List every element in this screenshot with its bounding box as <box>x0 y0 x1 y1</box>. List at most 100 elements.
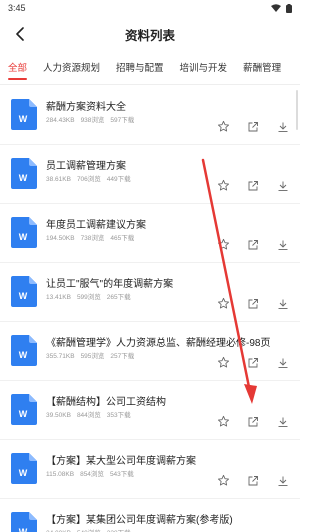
share-button[interactable] <box>245 180 261 196</box>
word-file-icon: W <box>11 394 37 425</box>
item-meta: 39.50KB 844浏览 353下载 <box>46 409 137 419</box>
download-icon <box>277 120 289 138</box>
list-item[interactable]: W 让员工"服气"的年度调薪方案 13.41KB 599浏览 265下载 <box>0 263 300 322</box>
item-title[interactable]: 员工调薪管理方案 <box>46 157 126 172</box>
star-icon <box>217 415 230 433</box>
item-size: 355.71KB <box>46 353 75 360</box>
tab-divider <box>0 84 300 85</box>
item-title[interactable]: 《薪酬管理学》人力资源总监、薪酬经理必修-98页 <box>46 334 270 349</box>
item-title[interactable]: 薪酬方案资料大全 <box>46 98 126 113</box>
share-button[interactable] <box>245 416 261 432</box>
scrollbar[interactable] <box>296 90 298 130</box>
item-size: 13.41KB <box>46 294 71 301</box>
download-button[interactable] <box>275 121 291 137</box>
item-actions <box>215 474 291 492</box>
status-bar: 3:45 <box>0 0 300 16</box>
star-icon <box>217 179 230 197</box>
item-actions <box>215 356 291 374</box>
download-button[interactable] <box>275 298 291 314</box>
file-icon-letter: W <box>19 527 28 532</box>
star-icon <box>217 474 230 492</box>
tab-training[interactable]: 培训与开发 <box>172 58 236 80</box>
list-item[interactable]: W 《薪酬管理学》人力资源总监、薪酬经理必修-98页 355.71KB 595浏览… <box>0 322 300 381</box>
file-icon-letter: W <box>19 232 28 242</box>
file-icon-letter: W <box>19 173 28 183</box>
item-size: 38.61KB <box>46 176 71 183</box>
item-meta: 13.41KB 599浏览 265下载 <box>46 291 137 301</box>
download-button[interactable] <box>275 239 291 255</box>
item-title[interactable]: 让员工"服气"的年度调薪方案 <box>46 275 173 290</box>
favorite-button[interactable] <box>215 415 231 433</box>
list-item[interactable]: W 员工调薪管理方案 38.61KB 706浏览 449下载 <box>0 145 300 204</box>
share-button[interactable] <box>245 475 261 491</box>
share-button[interactable] <box>245 357 261 373</box>
back-button[interactable] <box>10 24 30 44</box>
list-item[interactable]: W 年度员工调薪建议方案 194.50KB 738浏览 465下载 <box>0 204 300 263</box>
item-title[interactable]: 年度员工调薪建议方案 <box>46 216 146 231</box>
item-downloads: 265下载 <box>106 294 131 301</box>
tab-hr-planning[interactable]: 人力资源规划 <box>35 58 108 80</box>
download-icon <box>277 238 289 256</box>
tab-recruitment[interactable]: 招聘与配置 <box>108 58 172 80</box>
list-item[interactable]: W 【方案】某大型公司年度调薪方案 115.08KB 854浏览 543下载 <box>0 440 300 499</box>
share-button[interactable] <box>245 121 261 137</box>
item-views: 854浏览 <box>80 471 104 478</box>
list-item[interactable]: W 【方案】某集团公司年度调薪方案(参考版) 24.00KB540浏览338下载 <box>0 499 300 532</box>
battery-icon <box>286 3 292 13</box>
favorite-button[interactable] <box>215 179 231 197</box>
item-meta: 194.50KB 738浏览 465下载 <box>46 232 140 242</box>
star-icon <box>217 238 230 256</box>
list-item[interactable]: W 【薪酬结构】公司工资结构 39.50KB 844浏览 353下载 <box>0 381 300 440</box>
item-size: 115.08KB <box>46 471 75 478</box>
favorite-button[interactable] <box>215 120 231 138</box>
star-icon <box>217 356 230 374</box>
download-icon <box>277 415 289 433</box>
favorite-button[interactable] <box>215 474 231 492</box>
back-arrow-icon <box>16 27 24 41</box>
item-views: 706浏览 <box>76 176 101 183</box>
download-icon <box>277 297 289 315</box>
favorite-button[interactable] <box>215 297 231 315</box>
item-meta: 38.61KB 706浏览 449下载 <box>46 173 137 183</box>
item-downloads: 353下载 <box>106 412 131 419</box>
file-icon-letter: W <box>19 350 28 360</box>
item-meta: 355.71KB 595浏览 257下载 <box>46 350 140 360</box>
download-button[interactable] <box>275 180 291 196</box>
item-views: 844浏览 <box>76 412 101 419</box>
item-title[interactable]: 【薪酬结构】公司工资结构 <box>46 393 166 408</box>
favorite-button[interactable] <box>215 356 231 374</box>
category-tabs: 全部 人力资源规划 招聘与配置 培训与开发 薪酬管理 <box>0 58 300 80</box>
file-icon-letter: W <box>19 468 28 478</box>
share-button[interactable] <box>245 298 261 314</box>
document-list: W 薪酬方案资料大全 284.43KB 938浏览 597下载 W 员工调薪管理方案… <box>0 86 300 532</box>
share-button[interactable] <box>245 239 261 255</box>
wifi-icon <box>271 4 281 12</box>
item-views: 938浏览 <box>80 117 105 124</box>
item-meta: 115.08KB 854浏览 543下载 <box>46 468 140 478</box>
share-icon <box>247 415 259 433</box>
item-downloads: 257下载 <box>110 353 135 360</box>
item-meta: 284.43KB 938浏览 597下载 <box>46 114 140 124</box>
item-size: 39.50KB <box>46 412 71 419</box>
list-item[interactable]: W 薪酬方案资料大全 284.43KB 938浏览 597下载 <box>0 86 300 145</box>
item-downloads: 543下载 <box>109 471 134 478</box>
item-title[interactable]: 【方案】某集团公司年度调薪方案(参考版) <box>46 511 233 526</box>
share-icon <box>247 238 259 256</box>
word-file-icon: W <box>11 99 37 130</box>
word-file-icon: W <box>11 276 37 307</box>
star-icon <box>217 120 230 138</box>
share-icon <box>247 179 259 197</box>
word-file-icon: W <box>11 512 37 532</box>
tab-all[interactable]: 全部 <box>0 58 35 80</box>
tab-compensation[interactable]: 薪酬管理 <box>235 58 289 80</box>
navigation-bar: 资料列表 <box>0 18 300 50</box>
item-size: 194.50KB <box>46 235 75 242</box>
item-views: 738浏览 <box>80 235 105 242</box>
download-icon <box>277 356 289 374</box>
star-icon <box>217 297 230 315</box>
download-button[interactable] <box>275 475 291 491</box>
download-button[interactable] <box>275 416 291 432</box>
item-title[interactable]: 【方案】某大型公司年度调薪方案 <box>46 452 196 467</box>
favorite-button[interactable] <box>215 238 231 256</box>
download-button[interactable] <box>275 357 291 373</box>
